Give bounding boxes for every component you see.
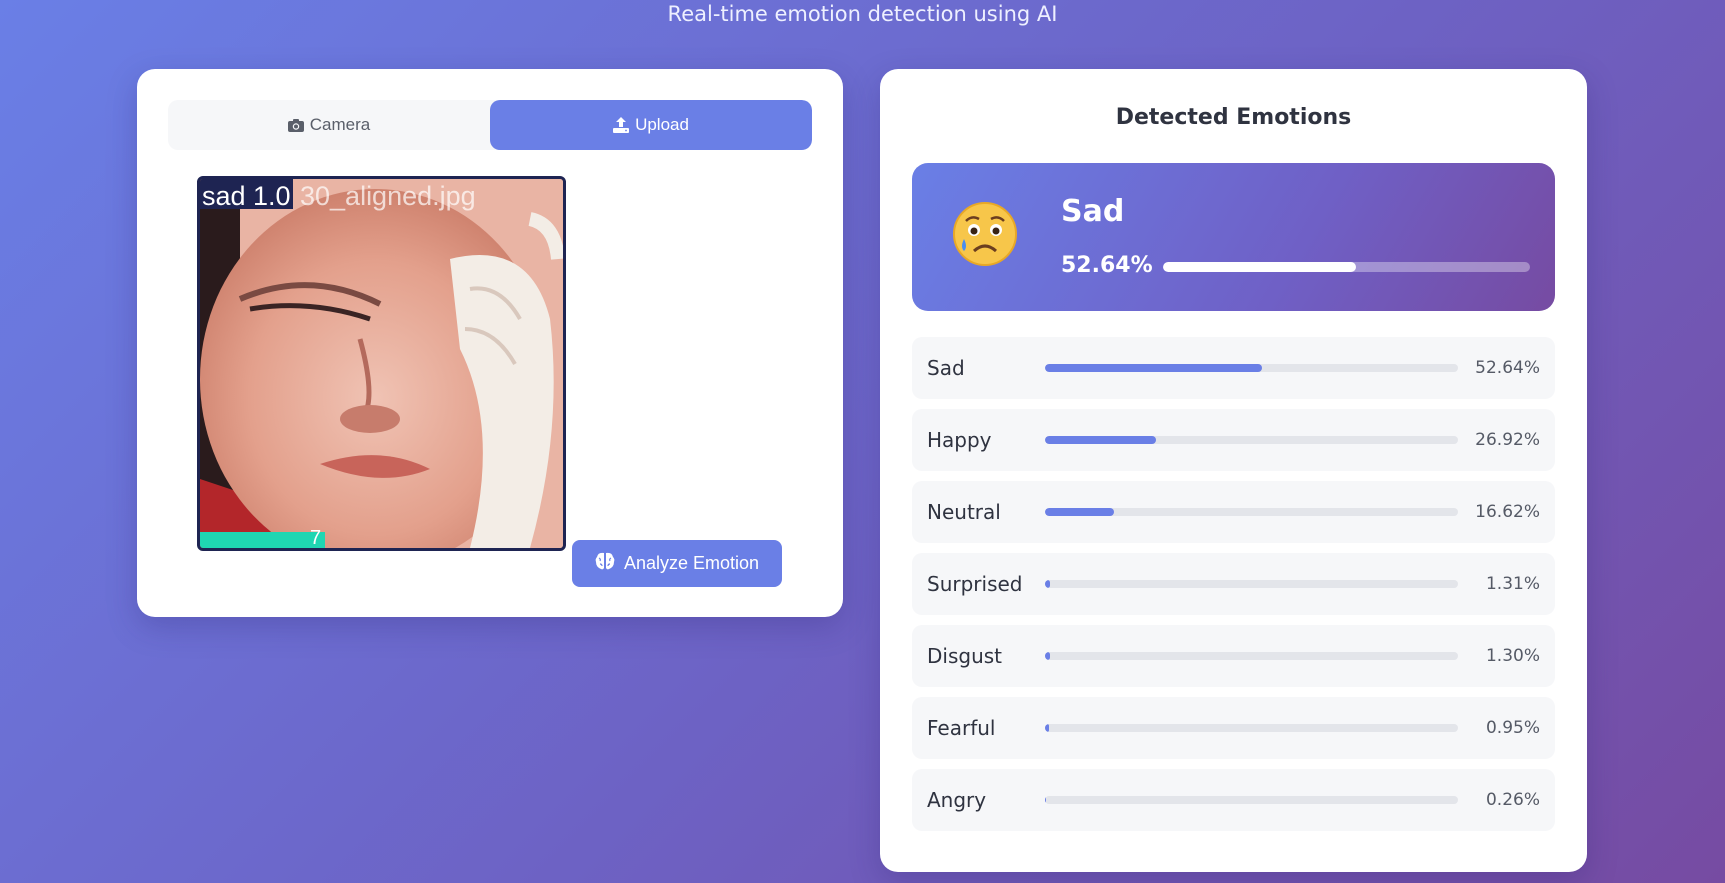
brain-icon [595,552,615,575]
emotion-percent: 1.31% [1485,574,1540,594]
emotion-name: Surprised [927,572,1023,596]
detection-label: sad 1.0 [200,179,293,211]
filename-overlay: 30_aligned.jpg [300,181,476,211]
emotion-progress-track [1045,652,1458,660]
input-card: Camera Upload sad 1.0 30_aligned.jpg 7 A… [137,69,843,617]
camera-icon [287,118,304,132]
emotion-row-angry: Angry 0.26% [912,769,1555,831]
emotion-progress-track [1045,796,1458,804]
emotion-row-happy: Happy 26.92% [912,409,1555,471]
face-image [200,179,563,548]
emotion-progress-track [1045,436,1458,444]
emotion-name: Neutral [927,500,1001,524]
emotion-row-sad: Sad 52.64% [912,337,1555,399]
tab-camera-label: Camera [309,115,371,134]
emotion-progress-fill [1045,724,1049,732]
emotion-progress-track [1045,724,1458,732]
analyze-emotion-label: Analyze Emotion [623,553,760,573]
secondary-detection-box [200,532,325,548]
secondary-detection-label: 7 [310,527,322,549]
top-emotion-percent: 52.64% [1061,253,1153,278]
top-emotion-progress-fill [1163,262,1357,272]
top-emotion-label: Sad [1061,194,1125,229]
emotion-percent: 26.92% [1475,430,1540,450]
emotion-progress-fill [1045,652,1051,660]
emotion-row-neutral: Neutral 16.62% [912,481,1555,543]
tab-camera[interactable]: Camera [168,100,490,150]
input-mode-tabs: Camera Upload [168,100,812,150]
emotion-percent: 16.62% [1475,502,1540,522]
emotion-name: Sad [927,356,965,380]
emotion-list: Sad 52.64% Happy 26.92% Neutral 16.62% Surpris… [912,337,1555,841]
emotion-name: Fearful [927,716,996,740]
top-emotion-box: Sad 52.64% [912,163,1555,311]
emotion-progress-fill [1045,436,1157,444]
emotion-percent: 1.30% [1485,646,1540,666]
emotion-progress-track [1045,580,1458,588]
emotion-progress-fill [1045,364,1263,372]
top-emotion-progress-track [1163,262,1530,272]
results-card: Detected Emotions Sad 52.64% Sad 52.64% Ha… [880,69,1587,872]
tab-upload[interactable]: Upload [490,100,812,150]
emotion-progress-fill [1045,580,1051,588]
emotion-percent: 0.95% [1485,718,1540,738]
emotion-name: Happy [927,428,992,452]
uploaded-image-preview: sad 1.0 30_aligned.jpg 7 [197,176,566,551]
upload-icon [613,117,630,133]
emotion-progress-track [1045,364,1458,372]
emotion-progress-fill [1045,796,1047,804]
page-subtitle: Real-time emotion detection using AI [667,2,1058,26]
sad-face-icon [952,201,1018,271]
analyze-emotion-button[interactable]: Analyze Emotion [572,540,782,587]
emotion-row-surprised: Surprised 1.31% [912,553,1555,615]
emotion-row-fearful: Fearful 0.95% [912,697,1555,759]
emotion-row-disgust: Disgust 1.30% [912,625,1555,687]
emotion-progress-fill [1045,508,1114,516]
tab-upload-label: Upload [635,115,689,134]
emotion-name: Angry [927,788,987,812]
emotion-percent: 52.64% [1475,358,1540,378]
emotion-name: Disgust [927,644,1003,668]
emotion-progress-track [1045,508,1458,516]
results-title: Detected Emotions [1115,105,1352,130]
emotion-percent: 0.26% [1485,790,1540,810]
